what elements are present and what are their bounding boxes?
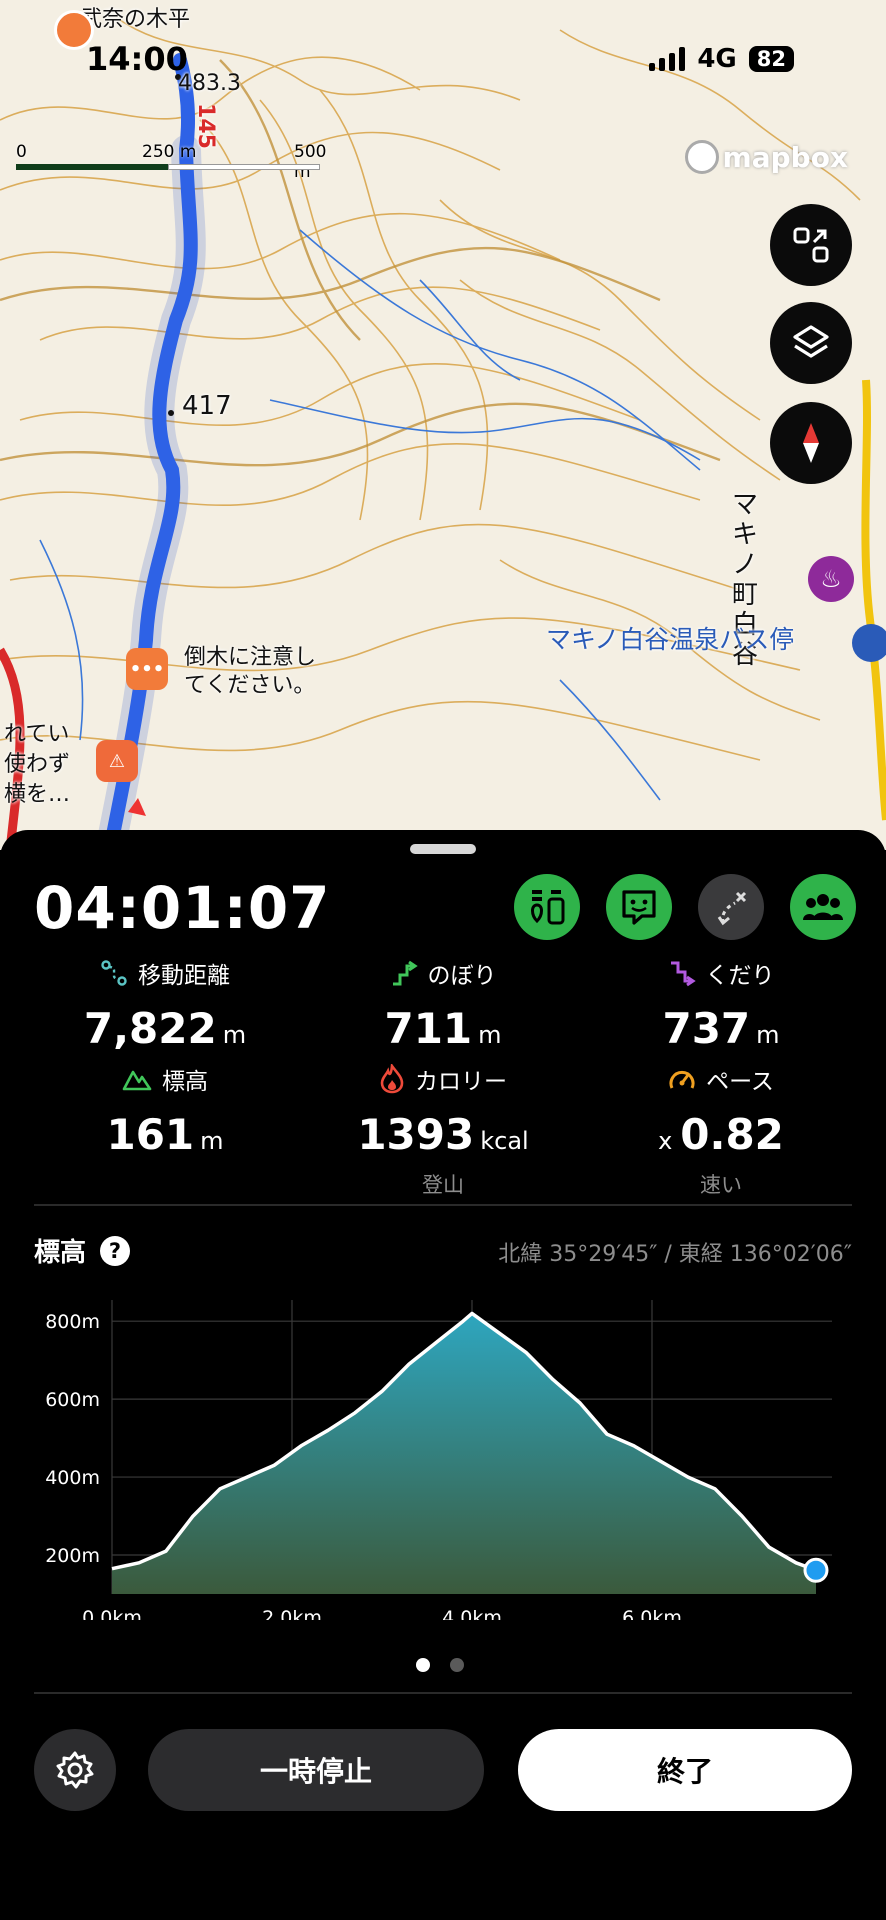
stat-unit: m [756, 1021, 780, 1049]
bus-stop-icon[interactable] [852, 624, 886, 662]
stat-calories: カロリー 1393 kcal 登山 [313, 1062, 573, 1199]
status-icons: 4G 82 [649, 44, 794, 74]
elapsed-time: 04:01:07 [34, 874, 331, 942]
divider [34, 1692, 852, 1694]
layers-button[interactable] [770, 302, 852, 384]
trail-note-label: れてい 使わず 横を… [4, 722, 71, 807]
bus-stop-label: マキノ白谷温泉バス停 [546, 625, 795, 654]
stat-value: 7,822 [83, 1004, 217, 1053]
group-icon [803, 894, 843, 920]
page-dot[interactable] [450, 1658, 464, 1672]
help-icon[interactable]: ? [100, 1235, 131, 1266]
mountain-icon [122, 1070, 152, 1091]
mapbox-logo-icon [684, 140, 719, 174]
topo-map-background [0, 0, 886, 850]
map-scale: 0 250 m 500 m [16, 142, 326, 182]
activity-sheet: 04:01:07 移動距離 7,822 m のぼり 711 m くだり 737 … [0, 830, 886, 1920]
stat-label: のぼり [427, 963, 497, 989]
stat-value: 1393 [357, 1110, 475, 1159]
status-time: 14:00 [86, 40, 188, 78]
route-edit-button[interactable] [698, 874, 764, 940]
scale-bar-dark [16, 164, 168, 170]
x-tick-label: 0.0km [82, 1607, 142, 1620]
scale-bar-light [168, 164, 320, 170]
descent-icon [670, 961, 696, 987]
y-tick-label: 400m [45, 1467, 100, 1489]
stat-distance: 移動距離 7,822 m [35, 956, 295, 1053]
mapbox-attribution[interactable]: mapbox [684, 140, 848, 174]
stat-label: 標高 [162, 1069, 208, 1095]
stat-label: 移動距離 [138, 963, 230, 989]
current-position-marker [803, 1557, 829, 1583]
sheet-drag-handle[interactable] [410, 844, 476, 854]
expand-map-button[interactable] [770, 204, 852, 286]
scale-mid-label: 250 m [142, 142, 197, 162]
speedometer-icon [669, 1070, 695, 1089]
stat-pace: ペース x 0.82 速い [591, 1062, 851, 1199]
route-info-icon [531, 890, 565, 925]
mapbox-label: mapbox [722, 140, 848, 174]
signal-icon [649, 47, 686, 71]
elevation-chart[interactable]: 200m 400m 600m 800m 0.0km 2.0km 4.0km 6.0km [30, 1280, 846, 1620]
stat-label: ペース [706, 1069, 774, 1095]
scale-max-label: 500 m [294, 142, 327, 182]
stat-unit: m [478, 1021, 502, 1049]
stat-descent: くだり 737 m [591, 956, 851, 1053]
y-tick-label: 200m [45, 1545, 100, 1567]
distance-icon [101, 960, 127, 986]
compass-button[interactable] [770, 402, 852, 484]
y-tick-label: 600m [45, 1389, 100, 1411]
divider [34, 1204, 852, 1206]
layers-icon [793, 325, 829, 358]
stat-value: 711 [384, 1004, 473, 1053]
spot-height-label: 417 [182, 391, 232, 421]
battery-level: 82 [748, 46, 794, 72]
elevation-title: 標高 [34, 1238, 87, 1268]
coordinates-label: 北緯 35°29′45″ / 東経 136°02′06″ [498, 1242, 852, 1267]
compass-icon [803, 423, 819, 463]
chat-button[interactable] [606, 874, 672, 940]
settings-button[interactable] [34, 1729, 116, 1811]
stat-sub-label: 速い [700, 1173, 742, 1197]
stat-prefix: x [658, 1127, 673, 1155]
stat-unit: m [200, 1127, 224, 1155]
stat-ascent: のぼり 711 m [313, 956, 573, 1053]
gear-icon [56, 1751, 94, 1789]
stat-label: くだり [705, 963, 775, 989]
stat-unit: kcal [480, 1127, 529, 1155]
finish-button[interactable]: 終了 [518, 1729, 852, 1811]
place-label: 武奈の木平 [80, 7, 191, 32]
elevation-header: 標高 ? [34, 1232, 131, 1269]
stat-value: 0.82 [680, 1110, 784, 1159]
scale-zero-label: 0 [16, 142, 27, 162]
hot-spring-icon[interactable]: ♨ [808, 556, 854, 602]
warning-note-label: 倒木に注意し てください。 [184, 645, 317, 698]
hazard-marker-icon[interactable]: ⚠ [96, 740, 138, 782]
x-tick-label: 2.0km [262, 1607, 322, 1620]
page-indicator[interactable] [416, 1658, 464, 1672]
ascent-icon [392, 960, 418, 986]
comment-marker-icon[interactable]: ••• [126, 648, 168, 690]
stat-label: カロリー [415, 1069, 507, 1095]
route-edit-icon [717, 891, 747, 926]
page-dot-active[interactable] [416, 1658, 430, 1672]
flame-icon [380, 1064, 404, 1094]
network-label: 4G [697, 44, 737, 74]
stat-unit: m [222, 1021, 247, 1049]
x-tick-label: 6.0km [622, 1607, 682, 1620]
stat-sub-label: 登山 [422, 1173, 464, 1197]
pause-button[interactable]: 一時停止 [148, 1729, 484, 1811]
expand-icon [793, 227, 829, 263]
stat-value: 161 [106, 1110, 195, 1159]
chat-icon [622, 890, 656, 925]
stat-value: 737 [662, 1004, 751, 1053]
stat-elevation: 標高 161 m [35, 1062, 295, 1159]
route-info-button[interactable] [514, 874, 580, 940]
x-tick-label: 4.0km [442, 1607, 502, 1620]
y-tick-label: 800m [45, 1311, 100, 1333]
elevation-area [112, 1313, 816, 1594]
group-button[interactable] [790, 874, 856, 940]
map-view[interactable]: 武奈の木平 483.3 145 417 倒木に注意し てください。 れてい 使わ… [0, 0, 886, 850]
